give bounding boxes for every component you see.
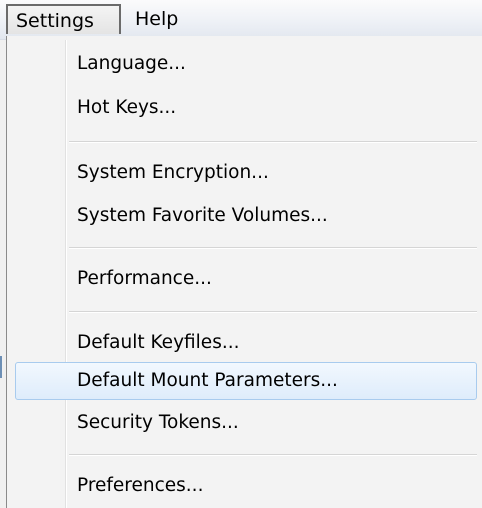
menu-item-label: Preferences... — [77, 475, 204, 496]
menu-item-system-encryption[interactable]: System Encryption... — [7, 155, 482, 191]
menu-item-label: Performance... — [77, 268, 212, 289]
menu-help[interactable]: Help — [131, 4, 191, 34]
menu-item-label: System Favorite Volumes... — [77, 205, 328, 226]
menu-item-preferences[interactable]: Preferences... — [7, 468, 482, 504]
menu-item-label: Default Keyfiles... — [77, 332, 240, 353]
menu-separator — [69, 247, 477, 249]
menu-item-performance[interactable]: Performance... — [7, 261, 482, 297]
menu-item-label: Language... — [77, 53, 186, 74]
menu-item-label: System Encryption... — [77, 162, 269, 183]
menu-settings-label: Settings — [16, 10, 94, 32]
menu-separator — [69, 141, 477, 143]
window-edge-marker — [0, 356, 2, 378]
menu-item-hot-keys[interactable]: Hot Keys... — [7, 90, 482, 126]
menu-item-language[interactable]: Language... — [7, 46, 482, 82]
menu-separator — [69, 454, 477, 456]
menu-item-label: Default Mount Parameters... — [77, 370, 338, 391]
menu-item-default-keyfiles[interactable]: Default Keyfiles... — [7, 325, 482, 361]
application-window: Settings Help Language... Hot Keys... Sy… — [0, 0, 482, 508]
menu-settings[interactable]: Settings — [6, 4, 121, 34]
menu-item-security-tokens[interactable]: Security Tokens... — [7, 405, 482, 441]
menu-item-label: Hot Keys... — [77, 97, 177, 118]
menu-item-label: Security Tokens... — [77, 412, 239, 433]
settings-dropdown-menu: Language... Hot Keys... System Encryptio… — [6, 36, 482, 508]
menu-item-default-mount-parameters[interactable]: Default Mount Parameters... — [15, 362, 477, 400]
menu-bar: Settings Help — [0, 0, 482, 40]
menu-help-label: Help — [135, 8, 179, 30]
menu-item-system-favorite-volumes[interactable]: System Favorite Volumes... — [7, 198, 482, 234]
menu-separator — [69, 311, 477, 313]
